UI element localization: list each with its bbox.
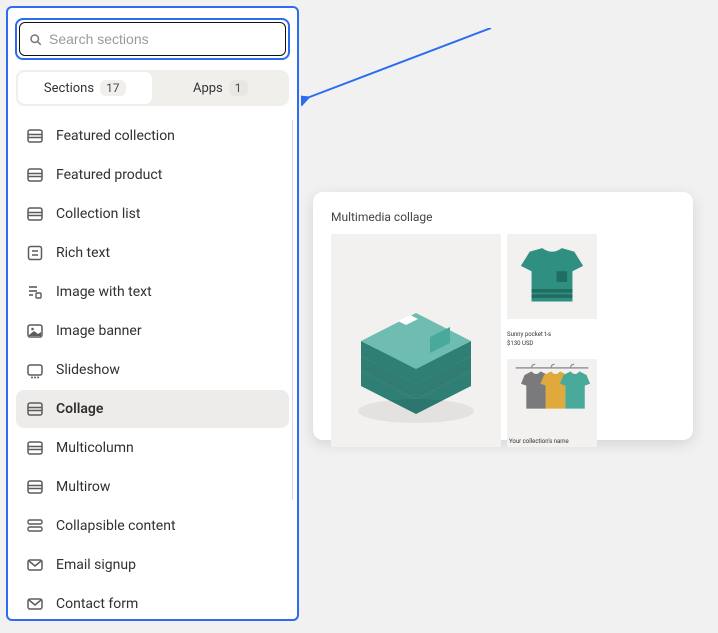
section-list[interactable]: Featured collection Featured product Colle… xyxy=(8,114,297,619)
section-item-email-signup[interactable]: Email signup xyxy=(16,546,289,584)
scrollbar-track[interactable] xyxy=(292,120,293,500)
tshirt-icon xyxy=(512,239,592,315)
section-item-label: Featured product xyxy=(56,167,162,183)
tab-apps-label: Apps xyxy=(193,81,223,96)
section-picker-panel: Sections 17 Apps 1 Featured collectionFe… xyxy=(6,6,706,621)
preview-product-name: Sunny pocket t-s xyxy=(507,331,597,338)
search-field[interactable] xyxy=(19,22,286,56)
section-list-wrap: Featured collection Featured product Colle… xyxy=(8,114,297,619)
section-item-image-with-text[interactable]: Image with text xyxy=(16,273,289,311)
section-item-label: Contact form xyxy=(56,596,138,612)
section-item-label: Image banner xyxy=(56,323,142,339)
annotation-arrow xyxy=(301,28,496,198)
section-icon xyxy=(26,127,44,145)
tab-apps-count: 1 xyxy=(229,80,248,96)
section-item-label: Slideshow xyxy=(56,362,120,378)
section-item-multirow[interactable]: Multirow xyxy=(16,468,289,506)
sidebar: Sections 17 Apps 1 Featured collectionFe… xyxy=(6,6,299,621)
section-icon xyxy=(26,205,44,223)
email-icon xyxy=(26,595,44,613)
email-icon xyxy=(26,556,44,574)
section-item-label: Multicolumn xyxy=(56,440,134,456)
imagebanner-icon xyxy=(26,322,44,340)
section-icon xyxy=(26,439,44,457)
folded-shirts-icon xyxy=(331,241,501,441)
section-item-label: Collage xyxy=(56,401,103,417)
section-item-label: Multirow xyxy=(56,479,110,495)
preview-card: Multimedia collage xyxy=(313,192,693,440)
section-item-collage[interactable]: Collage xyxy=(16,390,289,428)
section-icon xyxy=(26,400,44,418)
preview-title: Multimedia collage xyxy=(331,210,675,224)
section-item-featured-product[interactable]: Featured product xyxy=(16,156,289,194)
preview-product-image xyxy=(507,234,597,319)
tab-apps[interactable]: Apps 1 xyxy=(154,72,288,104)
preview-collection-caption: Your collection's name xyxy=(509,435,569,445)
search-field-highlight xyxy=(15,18,290,60)
section-icon xyxy=(26,478,44,496)
section-item-featured-collection[interactable]: Featured collection xyxy=(16,117,289,155)
section-item-collection-list[interactable]: Collection list xyxy=(16,195,289,233)
section-icon xyxy=(26,166,44,184)
preview-product-text: Sunny pocket t-s $130 USD xyxy=(507,325,597,353)
tab-sections-count: 17 xyxy=(100,80,126,96)
search-input[interactable] xyxy=(49,31,277,47)
preview-main-image xyxy=(331,234,501,447)
section-item-label: Collapsible content xyxy=(56,518,176,534)
section-item-label: Email signup xyxy=(56,557,136,573)
preview-grid: Sunny pocket t-s $130 USD xyxy=(331,234,675,434)
section-item-slideshow[interactable]: Slideshow xyxy=(16,351,289,389)
section-item-image-banner[interactable]: Image banner xyxy=(16,312,289,350)
section-item-collapsible-content[interactable]: Collapsible content xyxy=(16,507,289,545)
section-item-contact-form[interactable]: Contact form xyxy=(16,585,289,619)
slideshow-icon xyxy=(26,361,44,379)
preview-product-price: $130 USD xyxy=(507,340,597,347)
tab-sections-label: Sections xyxy=(44,81,94,96)
richtext-icon xyxy=(26,244,44,262)
section-item-label: Collection list xyxy=(56,206,140,222)
section-item-multicolumn[interactable]: Multicolumn xyxy=(16,429,289,467)
tab-sections[interactable]: Sections 17 xyxy=(18,72,152,104)
section-item-rich-text[interactable]: Rich text xyxy=(16,234,289,272)
imagetext-icon xyxy=(26,283,44,301)
section-item-label: Image with text xyxy=(56,284,152,300)
tabs: Sections 17 Apps 1 xyxy=(16,70,289,106)
section-item-label: Rich text xyxy=(56,245,110,261)
search-icon xyxy=(28,32,43,47)
collapsible-icon xyxy=(26,517,44,535)
section-item-label: Featured collection xyxy=(56,128,175,144)
hanging-shirts-icon xyxy=(508,359,596,421)
preview-collection-image: Your collection's name xyxy=(507,359,597,447)
